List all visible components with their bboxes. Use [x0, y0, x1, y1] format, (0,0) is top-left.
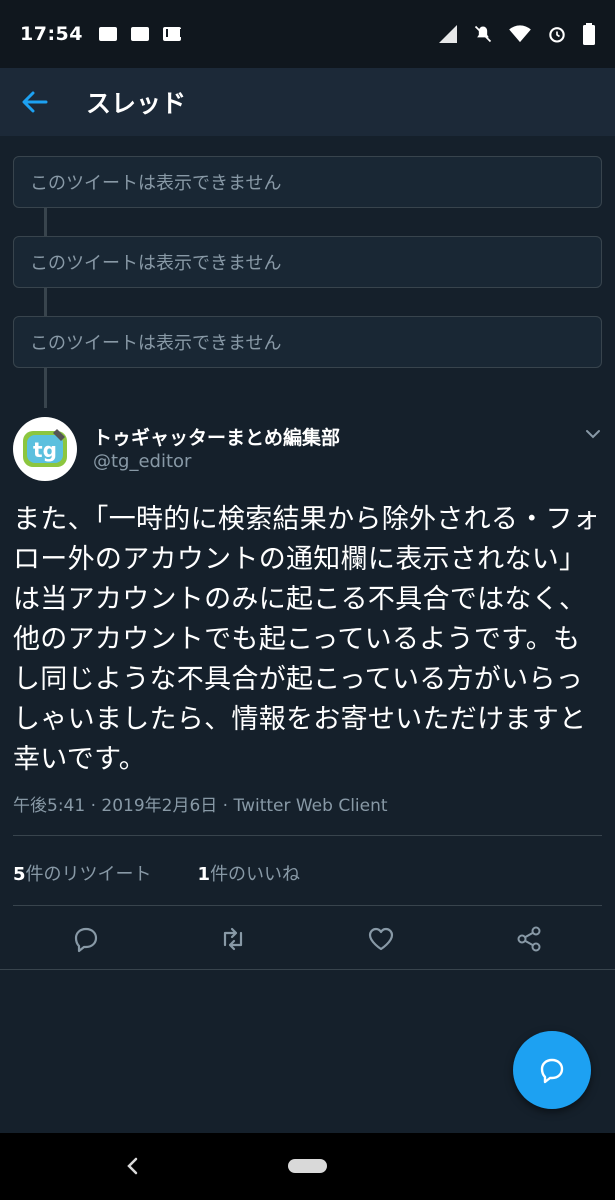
togetter-logo-icon: tg: [23, 429, 67, 467]
status-time: 17:54: [20, 23, 83, 45]
unavailable-tweet[interactable]: このツイートは表示できません: [13, 316, 602, 368]
signal-icon: [439, 25, 457, 43]
reply-bubble-icon: [540, 1058, 564, 1084]
tweet-menu-button[interactable]: [583, 424, 603, 444]
unavailable-tweet-text: このツイートは表示できません: [30, 173, 282, 194]
wifi-icon: [509, 25, 531, 43]
avatar[interactable]: tg: [13, 417, 77, 481]
mute-icon: [474, 25, 492, 43]
battery-icon: [583, 23, 595, 45]
divider: [0, 969, 615, 970]
thread-connector: [44, 288, 47, 316]
page-title: スレッド: [86, 89, 187, 118]
tweet-stats: 5件のリツイート 1件のいいね: [13, 860, 346, 886]
like-button[interactable]: [366, 924, 396, 954]
divider: [13, 835, 602, 836]
retweet-icon: [223, 927, 243, 951]
id-icon: [130, 27, 149, 41]
share-icon: [517, 926, 541, 952]
unavailable-tweet-text: このツイートは表示できません: [30, 333, 282, 354]
tweet-meta: 午後5:41 · 2019年2月6日 · Twitter Web Client: [13, 796, 388, 816]
gmail-icon: [162, 27, 182, 41]
tweet-actions: [13, 920, 602, 958]
retweet-count-label: 件のリツイート: [25, 864, 152, 885]
author-handle[interactable]: @tg_editor: [93, 451, 191, 472]
reply-button[interactable]: [71, 924, 101, 954]
like-count-number: 1: [197, 864, 211, 885]
author-name[interactable]: トゥギャッターまとめ編集部: [93, 423, 340, 450]
divider: [13, 905, 602, 906]
unavailable-tweet[interactable]: このツイートは表示できません: [13, 156, 602, 208]
thread-connector: [44, 208, 47, 236]
unavailable-tweet-text: このツイートは表示できません: [30, 253, 282, 274]
alarm-icon: [549, 27, 565, 43]
share-button[interactable]: [514, 924, 544, 954]
like-count-label: 件のいいね: [210, 864, 301, 885]
arrow-left-icon: [22, 91, 48, 113]
system-back-button[interactable]: [122, 1155, 144, 1177]
system-home-pill[interactable]: [288, 1159, 327, 1173]
back-button[interactable]: [20, 87, 50, 117]
tweet-text: また、「一時的に検索結果から除外される・フォロー外のアカウントの通知欄に表示され…: [13, 504, 601, 775]
app-bar: スレッド: [0, 68, 615, 136]
thread-connector: [44, 368, 47, 408]
compose-reply-button[interactable]: [513, 1031, 591, 1109]
unavailable-tweet[interactable]: このツイートは表示できません: [13, 236, 602, 288]
retweet-count[interactable]: 5件のリツイート: [13, 860, 152, 886]
heart-icon: [368, 927, 394, 951]
system-nav-bar: [0, 1133, 615, 1200]
retweet-count-number: 5: [13, 864, 26, 885]
avatar-text: tg: [33, 438, 57, 462]
like-count[interactable]: 1件のいいね: [198, 860, 301, 886]
status-bar: 17:54: [0, 0, 615, 68]
reply-icon: [74, 927, 98, 953]
chevron-down-icon: [586, 430, 600, 439]
retweet-button[interactable]: [218, 924, 248, 954]
chevron-left-icon: [127, 1157, 138, 1175]
id-icon: [98, 27, 117, 41]
